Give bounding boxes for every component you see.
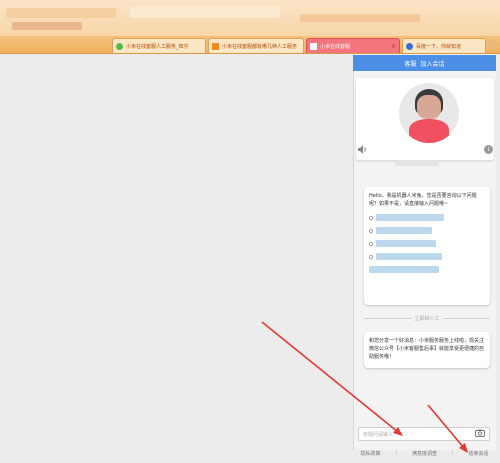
transfer-divider: 立即转人工 — [364, 315, 491, 322]
baidu-favicon-icon — [406, 42, 413, 50]
tab-title: 小米在线客服都有哪几种人工服务 — [222, 43, 298, 50]
satisfaction-survey-link[interactable]: 满意度调查 — [412, 450, 437, 457]
bot-greeting-message: Hello，我是机器人米兔，您是否要咨询以下问题呢？如果不是，请直接输入问题哦~… — [364, 187, 490, 305]
browser-toolbar — [0, 0, 500, 36]
agent-name-redacted — [395, 160, 439, 166]
tab-zhihu[interactable]: 小米在线客服人工服务_知乎 — [112, 38, 206, 53]
zhihu-favicon-icon — [116, 42, 123, 50]
privacy-policy-link[interactable]: 隐私政策 — [360, 450, 380, 457]
notice-text: 和您分享一个好消息：小米服务服务上线啦，现关注微信公众号【小米客服售后事】就能享… — [369, 338, 485, 360]
chat-header: 客服 加入会话 — [353, 55, 496, 71]
faq-item[interactable]: Q — [369, 227, 485, 235]
tab-title: 小米在线客服人工服务_知乎 — [126, 43, 189, 50]
avatar — [399, 83, 459, 143]
input-placeholder: 有疑问请输入 — [363, 431, 394, 438]
new-tab-button[interactable] — [488, 40, 498, 50]
camera-icon[interactable] — [475, 429, 485, 439]
tab-title: 百度一下，你就知道 — [416, 43, 462, 50]
speaker-icon[interactable] — [358, 145, 368, 157]
tab-bar: 小米在线客服人工服务_知乎 小米在线客服都有哪几种人工服务 小米在线客服 × 百… — [0, 36, 500, 54]
header-title: 客服 — [404, 60, 417, 68]
greeting-text: Hello，我是机器人米兔，您是否要咨询以下问题呢？如果不是，请直接输入问题哦~ — [369, 193, 477, 207]
info-icon[interactable]: i — [484, 145, 493, 154]
notice-message: 和您分享一个好消息：小米服务服务上线啦，现关注微信公众号【小米客服售后事】就能享… — [364, 332, 490, 368]
page-favicon-icon — [310, 42, 317, 50]
tab-service-types[interactable]: 小米在线客服都有哪几种人工服务 — [208, 38, 304, 53]
faq-item[interactable] — [369, 266, 485, 273]
faq-item[interactable]: Q — [369, 240, 485, 248]
tab-baidu[interactable]: 百度一下，你就知道 — [402, 38, 486, 53]
tab-title: 小米在线客服 — [320, 43, 351, 50]
page-favicon-icon — [212, 42, 219, 50]
faq-item[interactable]: Q — [369, 214, 485, 222]
join-session-label[interactable]: 加入会话 — [421, 59, 445, 68]
chat-footer: 隐私政策 | 满意度调查 | 结束会话 — [360, 450, 489, 457]
end-session-link[interactable]: 结束会话 — [468, 450, 488, 457]
tab-mi-online-service[interactable]: 小米在线客服 × — [306, 38, 400, 53]
divider-label[interactable]: 立即转人工 — [412, 315, 443, 322]
faq-item[interactable]: Q — [369, 253, 485, 261]
chat-input[interactable]: 有疑问请输入 — [358, 427, 490, 441]
close-tab-icon[interactable]: × — [389, 43, 396, 50]
